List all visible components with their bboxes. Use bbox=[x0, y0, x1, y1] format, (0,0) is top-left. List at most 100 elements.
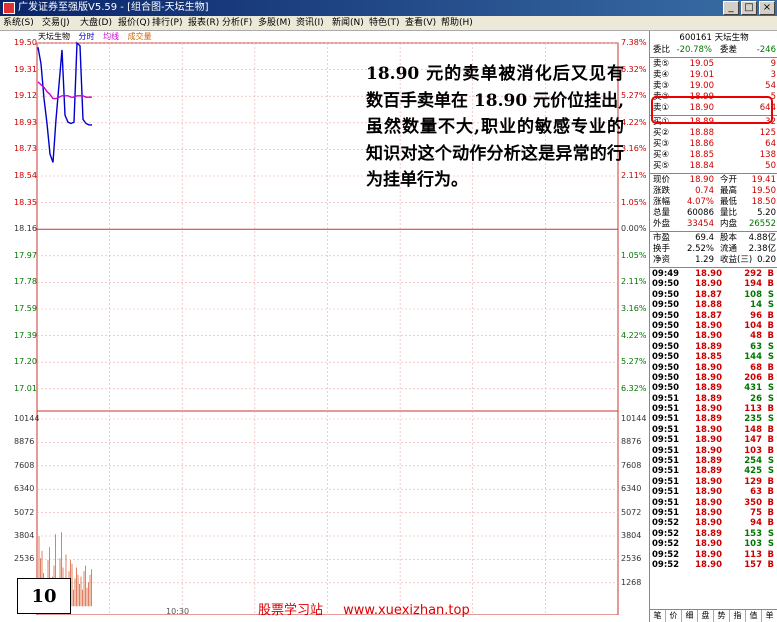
legend-stock: 天坛生物 bbox=[38, 32, 70, 41]
volume-tick-label-right: 8876 bbox=[621, 437, 642, 447]
fundamental-value: 1.29 bbox=[695, 255, 714, 265]
pct-tick-label: 1.05% bbox=[621, 197, 647, 207]
pct-tick-label: 5.27% bbox=[621, 357, 647, 367]
stat-label: 现价 bbox=[653, 175, 671, 185]
tick-price: 18.90 bbox=[695, 559, 722, 570]
detail-tab[interactable]: 势 bbox=[714, 610, 730, 622]
tick-price: 18.87 bbox=[695, 310, 722, 321]
price-tick-label: 18.93 bbox=[14, 117, 37, 127]
tick-side: S bbox=[767, 341, 774, 352]
tick-side: B bbox=[767, 320, 774, 331]
tick-side: B bbox=[767, 331, 774, 342]
detail-tab[interactable]: 单 bbox=[762, 610, 777, 622]
tick-volume: 425 bbox=[744, 466, 762, 477]
tick-row: 09:50 18.89 431 S bbox=[650, 383, 777, 393]
tick-volume: 157 bbox=[744, 559, 762, 570]
tick-price: 18.90 bbox=[695, 549, 722, 560]
tick-price: 18.89 bbox=[695, 528, 722, 539]
price-tick-label: 18.35 bbox=[14, 197, 37, 207]
menu-market[interactable]: 大盘(D) bbox=[80, 16, 112, 30]
menu-system[interactable]: 系统(S) bbox=[3, 16, 34, 30]
menu-rank[interactable]: 排行(P) bbox=[152, 16, 182, 30]
tick-side: B bbox=[767, 279, 774, 290]
tick-time: 09:50 bbox=[652, 310, 680, 321]
tick-row: 09:51 18.89 254 S bbox=[650, 456, 777, 466]
buy-volume: 125 bbox=[759, 128, 776, 138]
pct-tick-label: 1.05% bbox=[621, 250, 647, 260]
chart-legend: 天坛生物 分时 均线 成交量 bbox=[38, 31, 158, 42]
tick-row: 09:50 18.87 108 S bbox=[650, 290, 777, 300]
detail-tab[interactable]: 指 bbox=[730, 610, 746, 622]
maximize-button[interactable]: □ bbox=[741, 1, 757, 15]
tick-row: 09:51 18.90 129 B bbox=[650, 477, 777, 487]
watermark-site-name: 股票学习站 bbox=[258, 603, 324, 618]
fundamental-value: 0.20 bbox=[757, 255, 776, 265]
highlight-box bbox=[651, 96, 773, 124]
stat-label: 量比 bbox=[720, 208, 738, 218]
stat-label: 外盘 bbox=[653, 219, 671, 229]
sell-level-label: 卖④ bbox=[653, 70, 670, 80]
detail-tab[interactable]: 细 bbox=[682, 610, 698, 622]
tick-price: 18.89 bbox=[695, 466, 722, 477]
tick-price: 18.88 bbox=[695, 300, 722, 311]
tick-volume: 63 bbox=[750, 487, 762, 498]
menu-info[interactable]: 资讯(I) bbox=[296, 16, 324, 30]
tick-volume: 94 bbox=[750, 518, 762, 529]
stat-value: 18.50 bbox=[751, 197, 776, 207]
tick-time: 09:50 bbox=[652, 331, 680, 342]
detail-tab[interactable]: 盘 bbox=[698, 610, 714, 622]
sell-level-row: 卖③ 19.00 54 bbox=[650, 81, 777, 92]
tick-row: 09:52 18.90 94 B bbox=[650, 518, 777, 528]
menu-analysis[interactable]: 分析(F) bbox=[222, 16, 252, 30]
window-title: 广发证券至强版V5.59 - [组合图-天坛生物] bbox=[18, 2, 209, 13]
price-tick-label: 18.16 bbox=[14, 224, 37, 234]
buy-price: 18.84 bbox=[689, 161, 714, 171]
pct-tick-label: 4.22% bbox=[621, 117, 647, 127]
tick-volume: 292 bbox=[744, 269, 762, 279]
tick-volume: 26 bbox=[750, 393, 762, 404]
fundamental-row: 换手 2.52% 流通 2.38亿 bbox=[650, 244, 777, 255]
tick-side: B bbox=[767, 372, 774, 383]
tick-volume: 48 bbox=[750, 331, 762, 342]
tick-time: 09:50 bbox=[652, 352, 680, 363]
detail-tab[interactable]: 笔 bbox=[650, 610, 666, 622]
menu-help[interactable]: 帮助(H) bbox=[441, 16, 473, 30]
tick-time: 09:50 bbox=[652, 383, 680, 394]
tick-volume: 104 bbox=[744, 320, 762, 331]
menu-trade[interactable]: 交易(J) bbox=[42, 16, 70, 30]
menu-news[interactable]: 新闻(N) bbox=[332, 16, 364, 30]
tick-volume: 96 bbox=[750, 310, 762, 321]
tick-row: 09:51 18.89 235 S bbox=[650, 414, 777, 424]
tick-volume: 147 bbox=[744, 435, 762, 446]
tick-price: 18.89 bbox=[695, 456, 722, 467]
close-button[interactable]: × bbox=[759, 1, 775, 15]
intraday-chart[interactable]: 天坛生物 分时 均线 成交量 19.50 7.38% 19.31 6.32% 19.12… bbox=[0, 31, 648, 615]
menu-multi[interactable]: 多股(M) bbox=[258, 16, 291, 30]
fundamental-label: 市盈 bbox=[653, 233, 671, 243]
sell-volume: 3 bbox=[770, 70, 776, 80]
volume-tick-label: 8876 bbox=[14, 437, 35, 447]
price-tick-label: 17.97 bbox=[14, 250, 37, 260]
legend-mode: 分时 bbox=[78, 32, 95, 41]
volume-tick-label-right: 6340 bbox=[621, 484, 642, 494]
tick-side: S bbox=[767, 539, 774, 550]
volume-tick-label-right: 1268 bbox=[621, 577, 642, 587]
price-tick-label: 19.50 bbox=[14, 38, 37, 47]
menu-special[interactable]: 特色(T) bbox=[369, 16, 400, 30]
tick-row: 09:50 18.90 48 B bbox=[650, 331, 777, 341]
tick-side: S bbox=[767, 414, 774, 425]
menu-view[interactable]: 查看(V) bbox=[405, 16, 436, 30]
tick-row: 09:52 18.90 113 B bbox=[650, 550, 777, 560]
buy-level-label: 买② bbox=[653, 128, 670, 138]
stat-value: 19.41 bbox=[751, 175, 776, 185]
tick-row: 09:50 18.85 144 S bbox=[650, 352, 777, 362]
menu-report[interactable]: 报表(R) bbox=[188, 16, 219, 30]
window-titlebar: 广发证券至强版V5.59 - [组合图-天坛生物] _ □ × bbox=[0, 0, 777, 16]
fundamental-value: 2.38亿 bbox=[748, 244, 776, 254]
minimize-button[interactable]: _ bbox=[723, 1, 739, 15]
tick-row: 09:50 18.90 206 B bbox=[650, 373, 777, 383]
legend-avg: 均线 bbox=[103, 32, 120, 41]
detail-tab[interactable]: 值 bbox=[746, 610, 762, 622]
detail-tab[interactable]: 价 bbox=[666, 610, 682, 622]
menu-quote[interactable]: 报价(Q) bbox=[118, 16, 150, 30]
